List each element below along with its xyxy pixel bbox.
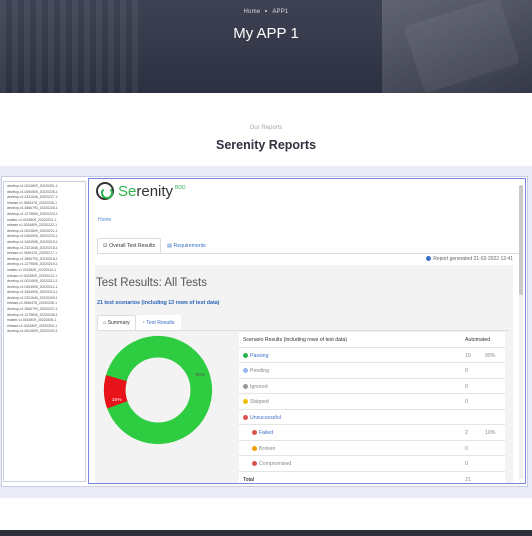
- hero-banner: Home APP1 My APP 1: [0, 0, 532, 93]
- result-label: Skipped: [243, 399, 269, 405]
- result-count: 19: [465, 352, 471, 359]
- file-list-item[interactable]: develop-v1.0024809_20220203-1: [7, 329, 82, 335]
- clock-icon: [243, 368, 248, 373]
- table-header-row: Scenario Results (including rows of test…: [239, 332, 505, 348]
- report-generated: Report generated 21-02-2022 12:41: [426, 256, 513, 262]
- page-title: My APP 1: [233, 25, 299, 42]
- donut-passed-segment: [103, 335, 213, 445]
- scrollbar-thumb[interactable]: [519, 185, 523, 295]
- result-count: 21: [465, 476, 471, 483]
- section-title: Serenity Reports: [215, 138, 317, 152]
- tab-overall-test-results[interactable]: ☑ Overall Test Results: [97, 238, 162, 253]
- result-label[interactable]: Passing: [243, 352, 268, 359]
- footer-bar: [0, 530, 532, 536]
- tab-summary[interactable]: ⌂ Summary: [97, 315, 136, 330]
- results-subtabs: ⌂ Summary ◔ Test Results: [97, 315, 181, 330]
- donut-passed-label: 90%: [195, 372, 205, 378]
- home-link[interactable]: Home: [98, 217, 111, 223]
- table-row: Broken 0: [239, 440, 505, 456]
- alert-circle-icon: [252, 430, 257, 435]
- breadcrumb: Home APP1: [0, 9, 532, 15]
- section-kicker: Our Reports: [249, 125, 283, 131]
- result-count: 0: [465, 445, 468, 452]
- table-row: Unsuccessful: [239, 409, 505, 425]
- info-icon: [426, 256, 432, 261]
- result-label: Compromised: [243, 461, 291, 467]
- shield-icon: [252, 461, 257, 466]
- table-row: Passing 19 90%: [239, 347, 505, 363]
- scenario-count: 21 test scenarios (including 13 rows of …: [97, 300, 220, 306]
- divider: [97, 253, 519, 254]
- tab-test-results[interactable]: ◔ Test Results: [135, 315, 181, 330]
- check-icon: [243, 352, 248, 358]
- result-percentage: 10%: [485, 430, 496, 436]
- result-percentage: 90%: [485, 352, 496, 359]
- result-count: 0: [465, 461, 468, 467]
- table-row: Ignored 0: [239, 378, 505, 394]
- breadcrumb-home[interactable]: Home: [244, 9, 261, 15]
- table-header-automated: Automated: [465, 337, 491, 343]
- tab-requirements[interactable]: ▤ Requirements: [161, 238, 212, 253]
- results-title: Test Results: All Tests: [96, 277, 207, 289]
- cross-icon: [243, 414, 248, 420]
- table-row: Compromised 0: [239, 456, 505, 472]
- result-label[interactable]: Failed: [243, 430, 273, 436]
- table-row: Total 21: [239, 471, 505, 483]
- result-count: 0: [465, 383, 468, 390]
- scenario-results-table: Scenario Results (including rows of test…: [239, 332, 505, 483]
- result-label[interactable]: Unsuccessful: [243, 414, 281, 421]
- table-row: Pending 0: [239, 363, 505, 379]
- result-label: Broken: [243, 445, 275, 452]
- result-label: Pending: [243, 368, 269, 374]
- table-row: Skipped 0: [239, 394, 505, 410]
- donut-failed-label: 10%: [112, 397, 122, 403]
- skip-icon: [243, 399, 248, 404]
- result-count: 0: [465, 368, 468, 374]
- report-file-list: develop-v1.0024809_20220301-1 develop-v1.…: [3, 181, 86, 482]
- breadcrumb-current: APP1: [272, 9, 289, 15]
- serenity-report-panel: Serenity BDD Home ☑ Overall Test Results…: [88, 178, 526, 484]
- serenity-logo: Serenity BDD: [96, 182, 186, 200]
- table-row: Failed 2 10%: [239, 425, 505, 441]
- warning-icon: [252, 445, 257, 451]
- scrollbar[interactable]: [519, 185, 523, 479]
- report-tabs: ☑ Overall Test Results ▤ Requirements: [97, 238, 212, 253]
- result-label: Ignored: [243, 383, 268, 390]
- result-label: Total: [243, 476, 254, 483]
- serenity-logo-icon: [96, 182, 114, 200]
- results-donut-chart: 90% 10%: [103, 335, 213, 445]
- table-header-scenario: Scenario Results (including rows of test…: [243, 337, 348, 343]
- result-count: 2: [465, 430, 468, 436]
- ban-icon: [243, 383, 248, 389]
- result-count: 0: [465, 399, 468, 405]
